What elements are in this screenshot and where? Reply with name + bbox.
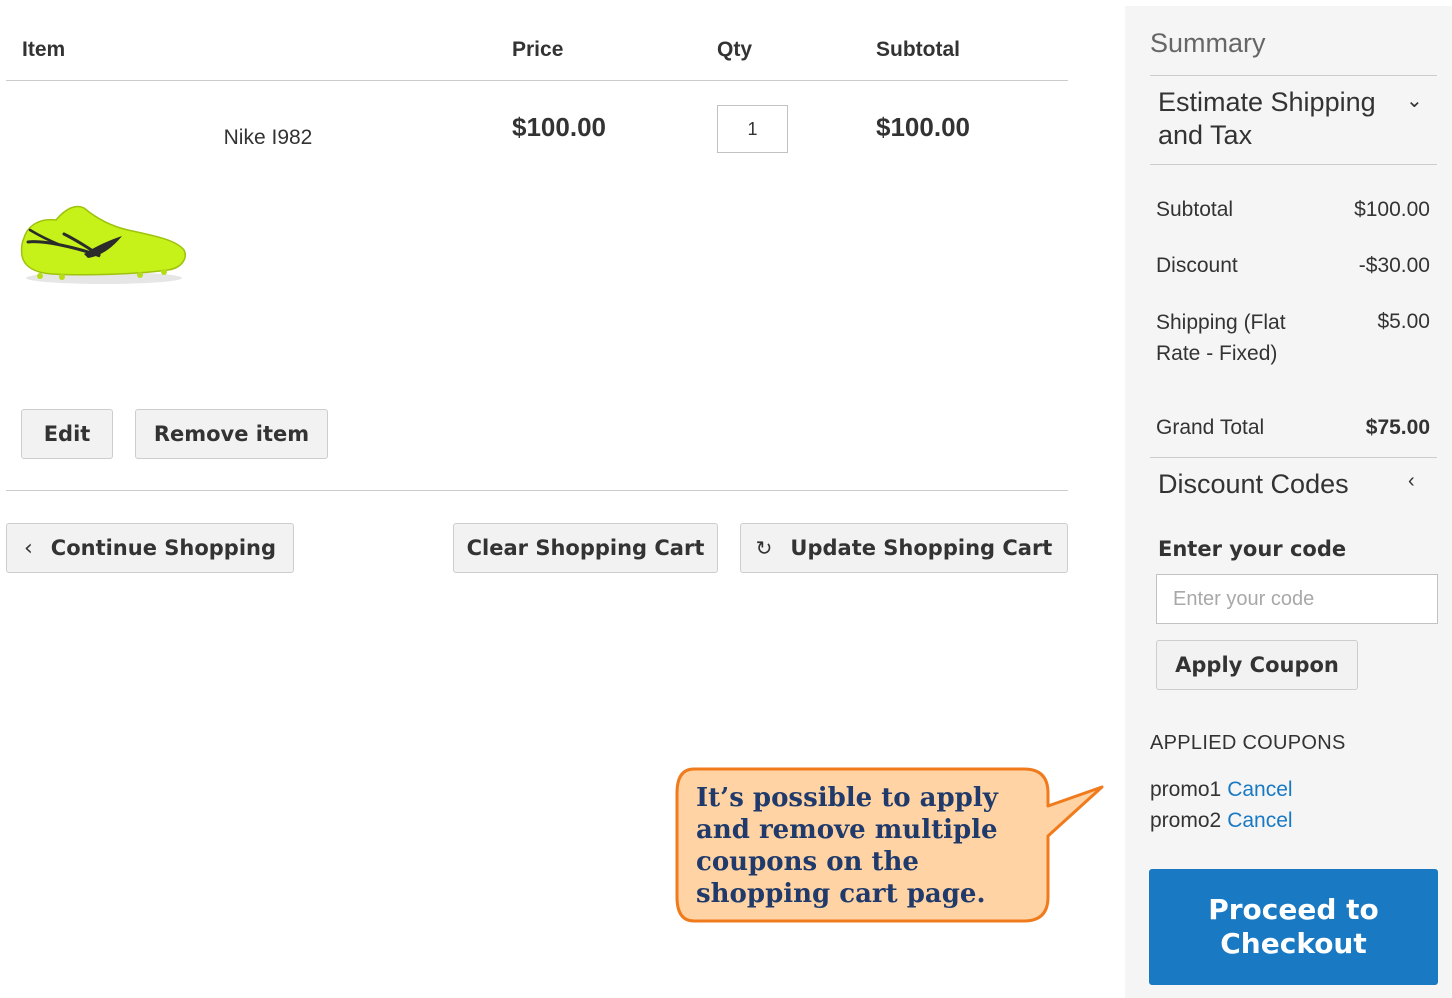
coupon-code: promo2 [1150,809,1222,832]
coupon-code: promo1 [1150,778,1222,801]
edit-button-label: Edit [43,422,91,446]
apply-coupon-button[interactable]: Apply Coupon [1156,640,1358,690]
column-header-price: Price [512,38,564,61]
green-soccer-cleat-icon [20,205,186,284]
grand-total-label: Grand Total [1156,416,1265,439]
estimate-divider [1150,164,1437,165]
coupon-code-input[interactable] [1156,574,1438,624]
item-price: $100.00 [512,112,606,142]
clear-shopping-cart-button[interactable]: Clear Shopping Cart [453,523,718,573]
product-name-link[interactable]: Nike I982 [150,126,386,150]
remove-item-button-label: Remove item [153,422,310,446]
discount-value: -$30.00 [1358,254,1430,277]
column-header-qty: Qty [717,38,753,61]
code-label: Enter your code [1158,537,1347,561]
grand-total-value: $75.00 [1365,416,1430,439]
clear-shopping-cart-label: Clear Shopping Cart [466,536,705,560]
summary-title: Summary [1150,28,1266,58]
apply-coupon-label: Apply Coupon [1175,653,1339,677]
chevron-down-icon: ⌄ [1406,90,1423,112]
edit-button[interactable]: Edit [21,409,113,459]
estimate-shipping-toggle[interactable]: Estimate Shipping and Tax ⌄ [1150,76,1438,164]
continue-shopping-button[interactable]: ‹ Continue Shopping [6,523,294,573]
totals-divider [1150,457,1437,458]
applied-coupon-item: promo2 Cancel [1150,809,1293,833]
discount-codes-title: Discount Codes [1158,469,1349,499]
item-subtotal: $100.00 [876,112,970,142]
proceed-to-checkout-button[interactable]: Proceed to Checkout [1149,869,1438,985]
chevron-left-icon: ‹ [23,535,33,561]
estimate-shipping-title: Estimate Shipping and Tax [1158,87,1376,150]
remove-item-button[interactable]: Remove item [135,409,328,459]
refresh-icon: ↻ [755,536,773,560]
subtotal-value: $100.00 [1354,198,1430,221]
update-shopping-cart-label: Update Shopping Cart [790,536,1053,560]
subtotal-label: Subtotal [1156,198,1234,221]
discount-label: Discount [1156,254,1238,277]
product-image[interactable] [18,196,190,288]
chevron-left-icon: ‹ [1408,470,1415,492]
proceed-to-checkout-label: Proceed to Checkout [1208,893,1379,960]
discount-codes-toggle[interactable]: Discount Codes ‹ [1150,460,1438,510]
qty-input[interactable]: 1 [717,105,788,153]
cancel-coupon-link[interactable]: Cancel [1227,809,1292,832]
cancel-coupon-link[interactable]: Cancel [1227,778,1292,801]
shipping-value: $5.00 [1377,310,1430,333]
column-header-subtotal: Subtotal [876,38,960,61]
continue-shopping-label: Continue Shopping [50,536,277,560]
column-header-item: Item [22,38,66,61]
callout-text: It’s possible to apply and remove multip… [696,783,998,909]
applied-coupon-item: promo1 Cancel [1150,778,1293,802]
update-shopping-cart-button[interactable]: ↻ Update Shopping Cart [740,523,1068,573]
cart-actions-divider [6,490,1068,491]
applied-coupons-title: APPLIED COUPONS [1150,732,1346,754]
shipping-label: Shipping (Flat Rate - Fixed) [1156,311,1286,365]
table-header-divider [6,80,1068,81]
